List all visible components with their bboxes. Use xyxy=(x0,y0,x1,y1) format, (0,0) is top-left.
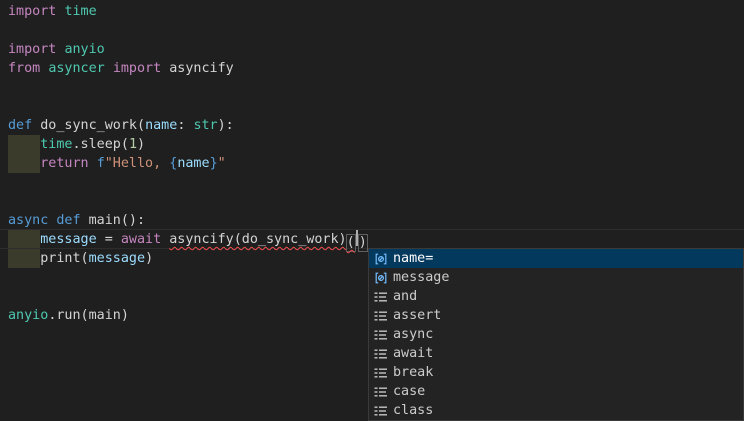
code-token: time xyxy=(64,4,96,19)
keyword-icon xyxy=(373,346,389,362)
code-line-8[interactable]: time.sleep(1) xyxy=(0,135,744,154)
code-token: do_sync_work( xyxy=(32,118,145,133)
code-token: ): xyxy=(218,118,234,133)
suggestion-item-and[interactable]: and xyxy=(369,287,743,306)
code-token: return xyxy=(40,156,88,171)
code-token: .run(main) xyxy=(48,308,129,323)
suggestion-item-case[interactable]: case xyxy=(369,382,743,401)
code-token: : xyxy=(177,118,193,133)
code-token xyxy=(8,156,40,171)
suggestion-item-break[interactable]: break xyxy=(369,363,743,382)
suggestion-label: name= xyxy=(393,249,433,268)
code-token: } xyxy=(210,156,218,171)
code-line-6[interactable] xyxy=(0,97,744,116)
code-line-13[interactable]: message = await asyncify(do_sync_work)() xyxy=(0,230,744,249)
code-line-10[interactable] xyxy=(0,173,744,192)
code-token: str xyxy=(193,118,217,133)
code-token: def xyxy=(56,213,80,228)
error-squiggle: asyncify(do_sync_work) xyxy=(169,232,346,247)
code-token: name xyxy=(177,156,209,171)
suggestion-label: await xyxy=(393,344,433,363)
code-line-2[interactable] xyxy=(0,21,744,40)
keyword-icon xyxy=(373,365,389,381)
code-line-1[interactable]: import time xyxy=(0,2,744,21)
code-token: ) xyxy=(145,251,153,266)
keyword-icon xyxy=(373,289,389,305)
suggestion-item-class[interactable]: class xyxy=(369,401,743,420)
suggestion-item-assert[interactable]: assert xyxy=(369,306,743,325)
keyword-icon xyxy=(373,308,389,324)
variable-icon xyxy=(373,251,389,267)
code-line-9[interactable]: return f"Hello, {name}" xyxy=(0,154,744,173)
code-token: import xyxy=(8,4,56,19)
code-token: = xyxy=(97,232,121,247)
suggestion-label: message xyxy=(393,268,449,287)
code-line-3[interactable]: import anyio xyxy=(0,40,744,59)
code-token: from xyxy=(8,61,40,76)
suggestion-item-await[interactable]: await xyxy=(369,344,743,363)
keyword-icon xyxy=(373,327,389,343)
code-token: 1 xyxy=(129,137,137,152)
code-token: anyio xyxy=(64,42,104,57)
code-token: def xyxy=(8,118,32,133)
suggestion-label: async xyxy=(393,325,433,344)
suggestion-item-name[interactable]: name= xyxy=(369,249,743,268)
code-token: asyncer xyxy=(48,61,104,76)
suggestion-item-message[interactable]: message xyxy=(369,268,743,287)
code-token: asyncify xyxy=(161,61,234,76)
code-token: async xyxy=(8,213,48,228)
suggestion-label: break xyxy=(393,363,433,382)
variable-icon xyxy=(373,270,389,286)
code-token xyxy=(89,156,97,171)
autocomplete-popup: name=messageandassertasyncawaitbreakcase… xyxy=(368,248,744,421)
code-token: main(): xyxy=(81,213,146,228)
code-line-11[interactable] xyxy=(0,192,744,211)
keyword-icon xyxy=(373,384,389,400)
code-token: time xyxy=(40,137,72,152)
code-line-12[interactable]: async def main(): xyxy=(0,211,744,230)
code-token xyxy=(105,61,113,76)
code-token: import xyxy=(8,42,56,57)
code-token xyxy=(8,137,40,152)
code-token: "Hello, xyxy=(105,156,170,171)
code-line-7[interactable]: def do_sync_work(name: str): xyxy=(0,116,744,135)
code-token xyxy=(8,232,40,247)
code-token: await xyxy=(121,232,161,247)
code-token: f xyxy=(97,156,105,171)
code-line-4[interactable]: from asyncer import asyncify xyxy=(0,59,744,78)
suggestion-label: class xyxy=(393,401,433,420)
code-token: message xyxy=(89,251,145,266)
code-token: " xyxy=(218,156,226,171)
suggestion-label: and xyxy=(393,287,417,306)
editor-screen: import timeimport anyiofrom asyncer impo… xyxy=(0,0,744,421)
code-token: message xyxy=(40,232,96,247)
code-token: anyio xyxy=(8,308,48,323)
code-token: .sleep( xyxy=(73,137,129,152)
keyword-icon xyxy=(373,403,389,419)
suggestion-label: case xyxy=(393,382,425,401)
code-token: ) xyxy=(137,137,145,152)
code-token: import xyxy=(113,61,161,76)
suggestion-label: assert xyxy=(393,306,441,325)
suggestion-item-async[interactable]: async xyxy=(369,325,743,344)
code-line-5[interactable] xyxy=(0,78,744,97)
code-token: name xyxy=(145,118,177,133)
code-token: print( xyxy=(8,251,89,266)
